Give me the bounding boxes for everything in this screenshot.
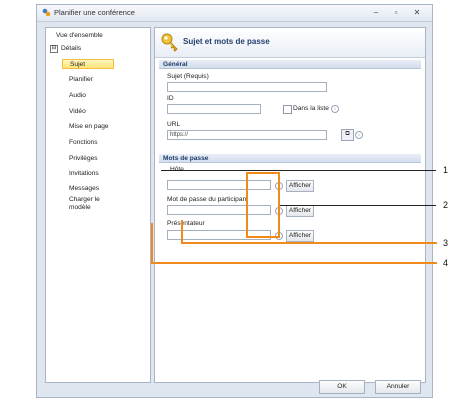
minimize-button[interactable]: – (369, 7, 383, 18)
sidebar-item-invitations[interactable]: Invitations (69, 170, 99, 177)
sidebar-item-overview[interactable]: Vue d'ensemble (56, 32, 103, 39)
subject-input[interactable] (167, 82, 327, 92)
sidebar-item-layout[interactable]: Mise en page (69, 123, 109, 130)
callout-number-3: 3 (443, 238, 449, 248)
info-icon[interactable]: i (331, 105, 339, 113)
maximize-button[interactable]: ▫ (389, 7, 403, 18)
key-icon (161, 33, 178, 52)
show-presenter-password-button[interactable]: Afficher (286, 230, 314, 242)
schedule-conference-window: Planifier une conférence – ▫ ✕ Vue d'ens… (36, 4, 433, 398)
callout-number-1: 1 (443, 165, 449, 175)
callout-number-2: 2 (443, 200, 449, 210)
presenter-password-label: Présentateur (167, 220, 205, 227)
in-list-checkbox[interactable] (283, 105, 292, 114)
callout-hline-3 (181, 242, 437, 244)
callout-line-2 (280, 205, 436, 206)
url-label: URL (167, 121, 181, 128)
show-participant-password-button[interactable]: Afficher (286, 205, 314, 217)
callout-hline-4 (151, 262, 437, 264)
window-title: Planifier une conférence (54, 8, 135, 17)
panel-header: Sujet et mots de passe (155, 28, 425, 58)
callout-vline-4 (151, 223, 153, 263)
sidebar-item-schedule[interactable]: Planifier (69, 76, 93, 83)
panel-title: Sujet et mots de passe (183, 37, 270, 46)
sidebar-item-messages[interactable]: Messages (69, 185, 99, 192)
in-list-label: Dans la liste (293, 105, 329, 112)
id-input[interactable] (167, 104, 261, 114)
section-passwords: Mots de passe (159, 154, 421, 163)
subject-label: Sujet (Requis) (167, 73, 209, 80)
callout-line-1 (161, 170, 436, 171)
sidebar-item-subject[interactable]: Sujet (62, 59, 114, 69)
sidebar-item-load-template[interactable]: Charger le modèle (69, 196, 109, 212)
sidebar-item-details[interactable]: Détails (61, 45, 81, 52)
callout-vline-3 (181, 220, 183, 243)
sidebar-item-audio[interactable]: Audio (69, 92, 86, 99)
info-icon[interactable]: i (355, 131, 363, 139)
section-general: Général (159, 60, 421, 69)
show-host-password-button[interactable]: Afficher (286, 180, 314, 192)
callout-box-2 (246, 172, 280, 238)
sidebar-item-video[interactable]: Vidéo (69, 108, 86, 115)
sidebar-item-privileges[interactable]: Privilèges (69, 155, 98, 162)
close-button[interactable]: ✕ (410, 7, 424, 18)
url-input[interactable]: https:// (167, 130, 327, 140)
sidebar-nav: Vue d'ensemble ⊟ Détails Sujet Planifier… (45, 27, 151, 383)
copy-url-icon[interactable]: ⧉ (341, 129, 354, 141)
callout-number-4: 4 (443, 258, 449, 268)
id-label: ID (167, 95, 174, 102)
sidebar-item-features[interactable]: Fonctions (69, 139, 98, 146)
collapse-icon[interactable]: ⊟ (50, 45, 58, 53)
ok-button[interactable]: OK (319, 380, 365, 394)
participant-password-label: Mot de passe du participant (167, 196, 249, 203)
cancel-button[interactable]: Annuler (375, 380, 421, 394)
title-bar: Planifier une conférence – ▫ ✕ (37, 5, 432, 22)
app-icon (42, 8, 51, 17)
